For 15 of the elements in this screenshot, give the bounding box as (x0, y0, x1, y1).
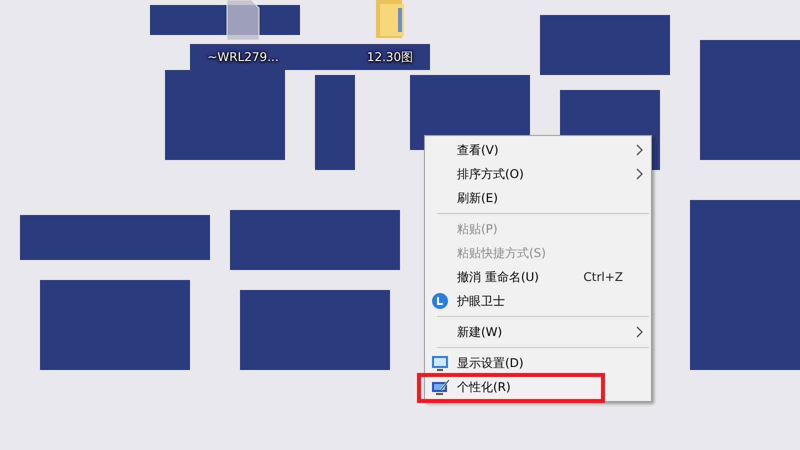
clock-icon (432, 293, 448, 309)
desktop-icon-label[interactable]: ~WRL279... (207, 48, 279, 66)
desktop-icon-label[interactable]: 12.30图 (366, 48, 414, 66)
personalize-icon (432, 379, 450, 395)
menu-item[interactable]: 刷新(E) (457, 189, 498, 207)
menu-item[interactable]: 撤消 重命名(U) (457, 268, 539, 286)
monitor-icon (432, 355, 448, 371)
menu-item[interactable]: 显示设置(D) (457, 354, 524, 372)
menu-item[interactable]: 排序方式(O) (457, 165, 524, 183)
menu-item[interactable]: 个性化(R) (457, 378, 511, 396)
menu-item[interactable]: 查看(V) (457, 141, 499, 159)
shortcut-label: Ctrl+Z (583, 269, 623, 286)
menu-item[interactable]: 新建(W) (457, 323, 502, 341)
menu-item[interactable]: 护眼卫士 (457, 292, 505, 310)
file-icon[interactable] (225, 0, 261, 40)
